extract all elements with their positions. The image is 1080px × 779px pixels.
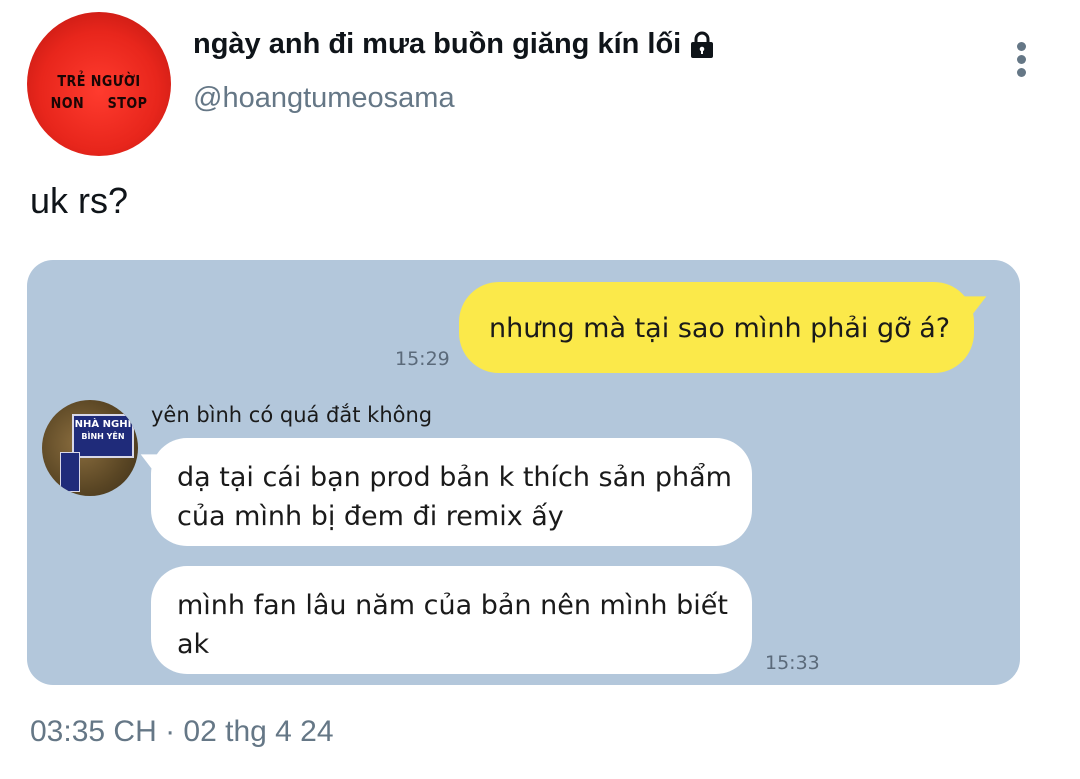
incoming-message-bubble: dạ tại cái bạn prod bản k thích sản phẩm… <box>151 438 752 546</box>
more-vertical-icon[interactable] <box>1008 40 1036 80</box>
author-avatar[interactable]: TRẺ NGƯỜI NON STOP <box>27 12 171 156</box>
tweet-text: uk rs? <box>30 180 129 221</box>
message-time: 15:33 <box>765 652 820 674</box>
sign-text-line1: NHÀ NGHỈ <box>74 419 132 430</box>
avatar-shirt-text-line2: NON STOP <box>50 94 148 112</box>
sender-name: yên bình có quá đắt không <box>151 403 433 427</box>
outgoing-message-bubble: nhưng mà tại sao mình phải gỡ á? <box>459 282 974 373</box>
sign-image: NHÀ NGHỈ BÌNH YÊN <box>72 414 134 458</box>
message-time: 15:29 <box>395 348 450 370</box>
author-handle[interactable]: @hoangtumeosama <box>193 82 455 115</box>
author-display-name-text: ngày anh đi mưa buồn giăng kín lối <box>193 28 682 60</box>
tweet-media-image[interactable]: nhưng mà tại sao mình phải gỡ á? 15:29 N… <box>27 260 1020 685</box>
author-display-name[interactable]: ngày anh đi mưa buồn giăng kín lối <box>193 28 717 61</box>
lock-icon <box>691 31 714 58</box>
tweet-timestamp[interactable]: 03:35 CH · 02 thg 4 24 <box>30 715 334 749</box>
incoming-message-bubble: mình fan lâu năm của bản nên mình biết a… <box>151 566 752 674</box>
tweet-detail: TRẺ NGƯỜI NON STOP ngày anh đi mưa buồn … <box>0 0 1080 779</box>
sign-image-small <box>60 452 80 492</box>
sender-avatar: NHÀ NGHỈ BÌNH YÊN <box>42 400 138 496</box>
sign-text-line2: BÌNH YÊN <box>81 432 125 441</box>
avatar-shirt-text-line1: TRẺ NGƯỜI <box>57 72 141 90</box>
